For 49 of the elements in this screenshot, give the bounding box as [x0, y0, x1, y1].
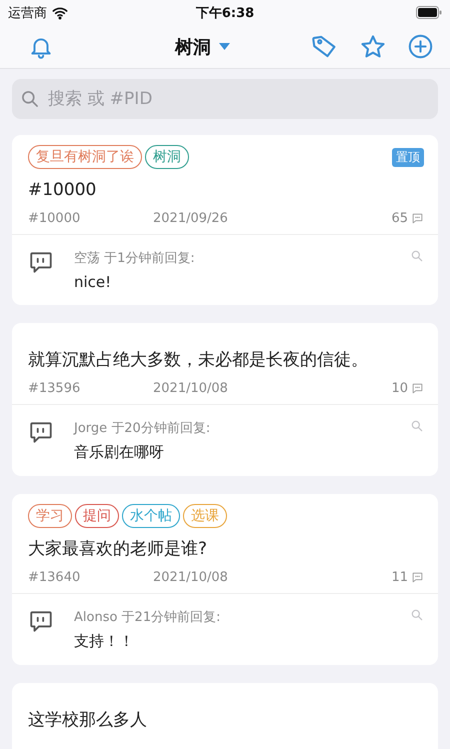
- reply-header: 空荡 于1分钟前回复:: [74, 250, 196, 267]
- post-content: 这学校那么多人: [28, 709, 148, 732]
- dropdown-caret-icon[interactable]: [219, 43, 230, 50]
- post-date: 2021/10/08: [153, 570, 229, 585]
- tag[interactable]: 水个帖: [122, 504, 180, 528]
- tag[interactable]: 提问: [75, 504, 119, 528]
- battery-icon: [416, 6, 442, 19]
- tag[interactable]: 树洞: [145, 145, 189, 169]
- post-card[interactable]: 就算沉默占绝大多数，未必都是长夜的信徒。 #13596 2021/10/08 10 Jorge 于20分钟前回复: 音乐剧在哪呀: [12, 323, 438, 476]
- reply-count: 11: [391, 570, 408, 585]
- reply-text: nice!: [74, 273, 112, 291]
- reply-header: Alonso 于21分钟前回复:: [74, 609, 222, 626]
- reply-header: Jorge 于20分钟前回复:: [74, 420, 212, 437]
- reply-count: 65: [391, 211, 408, 226]
- post-content: 就算沉默占绝大多数，未必都是长夜的信徒。: [28, 349, 369, 372]
- comment-icon: [411, 571, 424, 584]
- wifi-icon: [52, 4, 68, 20]
- star-icon: [359, 32, 387, 60]
- search-field[interactable]: 搜索 或 #PID: [12, 79, 438, 119]
- reply-text: 音乐剧在哪呀: [74, 443, 165, 462]
- new-post-button[interactable]: [407, 33, 434, 60]
- search-icon: [410, 249, 424, 263]
- post-card[interactable]: 学习 提问 水个帖 选课 大家最喜欢的老师是谁? #13640 2021/10/08 11 Alonso 于21分钟前回复: 支持！！: [12, 494, 438, 665]
- reply-count: 10: [391, 381, 408, 396]
- search-icon: [410, 419, 424, 433]
- post-content: 大家最喜欢的老师是谁?: [28, 538, 208, 561]
- search-icon: [20, 89, 40, 109]
- post-id: #10000: [28, 211, 82, 226]
- post-content: #10000: [28, 179, 98, 202]
- comment-icon: [411, 382, 424, 395]
- plus-circle-icon: [407, 33, 434, 60]
- post-card[interactable]: 这学校那么多人: [12, 683, 438, 749]
- search-icon: [410, 608, 424, 622]
- post-date: 2021/09/26: [153, 211, 229, 226]
- post-date: 2021/10/08: [153, 381, 229, 396]
- post-card[interactable]: 复旦有树洞了诶 树洞 置顶 #10000 #10000 2021/09/26 65 空荡 于1分钟前回复: nice!: [12, 135, 438, 305]
- status-time: 下午6:38: [196, 4, 254, 22]
- nav-title[interactable]: 树洞: [175, 34, 211, 58]
- post-id: #13640: [28, 570, 82, 585]
- tag[interactable]: 选课: [183, 504, 227, 528]
- tag[interactable]: 学习: [28, 504, 72, 528]
- favorites-button[interactable]: [359, 32, 387, 60]
- carrier-name: 运营商: [8, 4, 47, 22]
- comment-icon: [411, 212, 424, 225]
- post-id: #13596: [28, 381, 82, 396]
- search-input[interactable]: 搜索 或 #PID: [46, 88, 430, 110]
- pinned-badge: 置顶: [392, 148, 424, 166]
- reply-text: 支持！！: [74, 632, 135, 651]
- tag[interactable]: 复旦有树洞了诶: [28, 145, 142, 169]
